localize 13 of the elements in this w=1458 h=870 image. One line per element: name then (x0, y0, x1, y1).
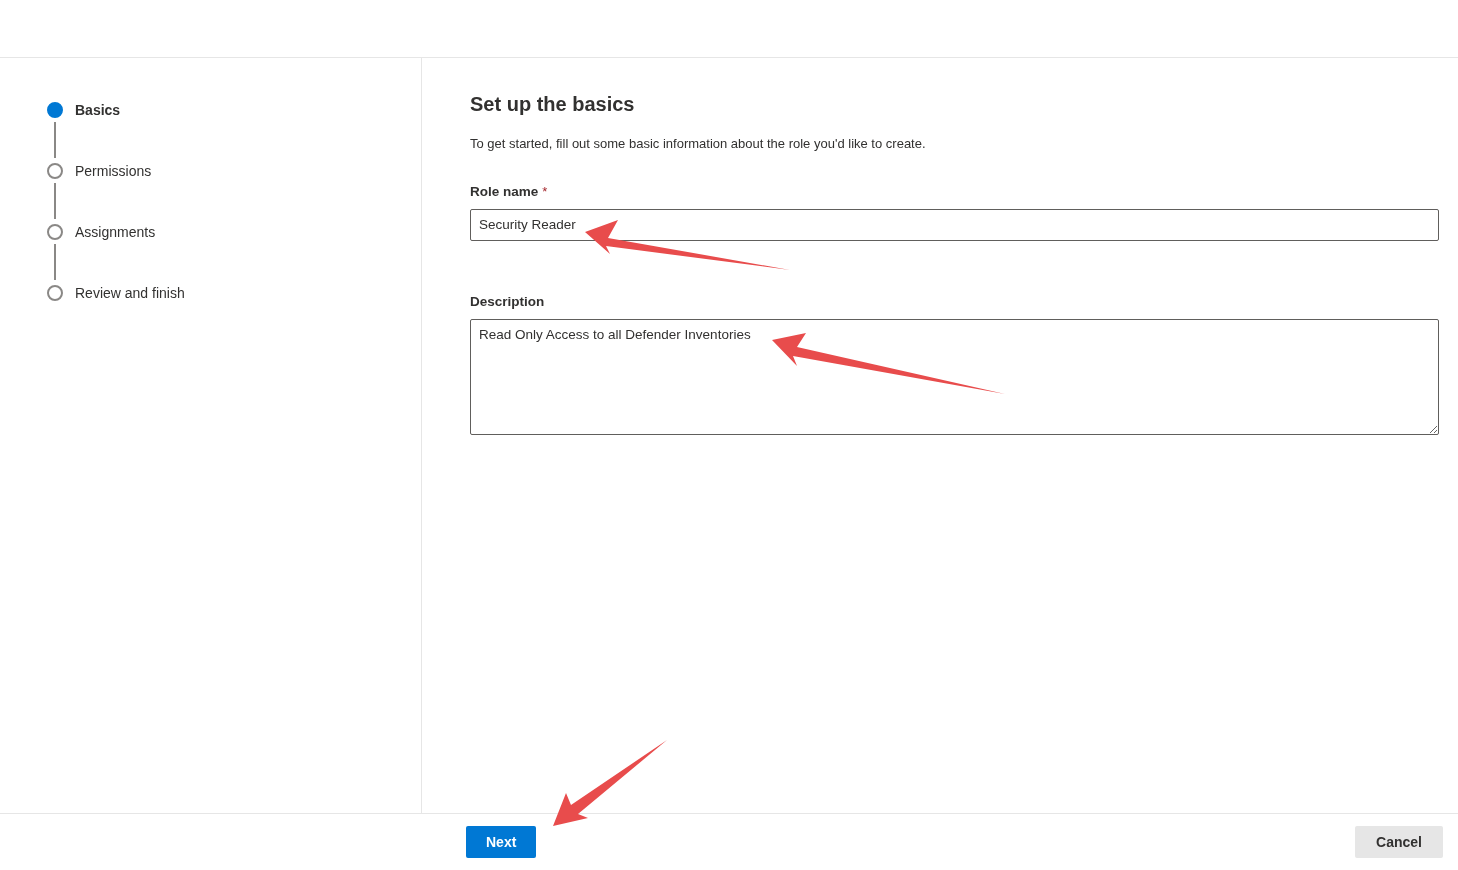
required-marker: * (542, 182, 548, 201)
intro-text: To get started, fill out some basic information about the role you'd like to create. (470, 135, 927, 153)
page-title: Set up the basics (470, 92, 636, 116)
step-label[interactable]: Permissions (75, 162, 152, 180)
step-label[interactable]: Basics (75, 101, 121, 119)
cancel-button[interactable]: Cancel (1355, 826, 1443, 858)
description-field[interactable]: Read Only Access to all Defender Inventories (470, 319, 1439, 436)
field-label: Description (470, 293, 545, 311)
field-label: Role name (470, 182, 539, 201)
step-label[interactable]: Review and finish (75, 284, 185, 302)
role-name-field[interactable]: Security Reader (470, 208, 1439, 241)
step-label[interactable]: Assignments (75, 223, 156, 241)
next-button[interactable]: Next (466, 826, 537, 858)
